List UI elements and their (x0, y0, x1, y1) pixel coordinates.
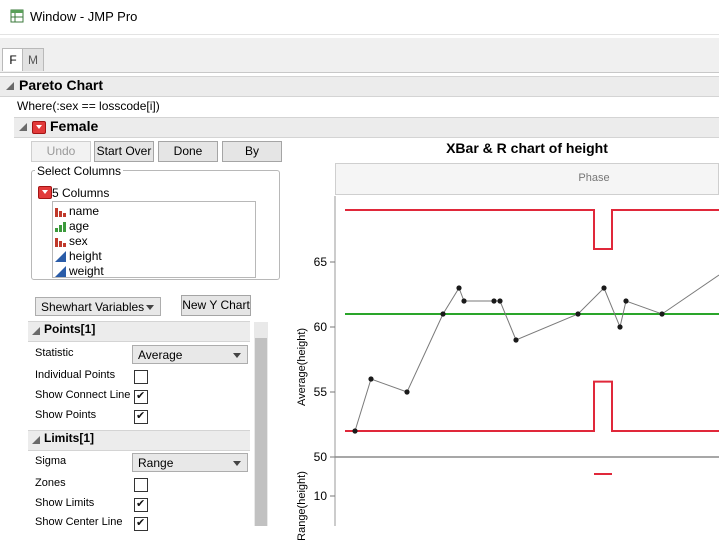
phase-label: Phase (578, 172, 610, 184)
individual-points-checkbox[interactable] (134, 370, 148, 384)
data-point (456, 285, 462, 291)
red-triangle-menu-icon[interactable] (32, 121, 46, 134)
by-button[interactable]: By (222, 141, 282, 162)
column-name: age (69, 219, 90, 233)
y-tick-label: 50 (314, 450, 328, 464)
column-name: sex (69, 234, 88, 248)
zones-label: Zones (35, 477, 66, 489)
where-clause: Where(:sex == losscode[i]) (17, 99, 160, 113)
report-outline-header (0, 76, 719, 97)
sigma-dropdown[interactable]: Range (132, 453, 248, 472)
sigma-value: Range (138, 456, 174, 470)
lower-control-limit (345, 380, 719, 432)
jmp-table-icon (10, 9, 24, 23)
data-point (623, 298, 629, 304)
group-title: Female (50, 118, 99, 134)
tab-f[interactable]: F (2, 48, 24, 71)
tab-strip (0, 38, 719, 73)
columns-count: 5 Columns (52, 186, 110, 200)
columns-menu-icon[interactable] (38, 186, 52, 199)
data-point (601, 285, 607, 291)
show-points-label: Show Points (35, 409, 97, 421)
column-name: name (69, 204, 100, 218)
zones-checkbox[interactable] (134, 478, 148, 492)
chevron-down-icon (146, 305, 154, 310)
show-limits-checkbox[interactable] (134, 497, 148, 512)
report-title: Pareto Chart (19, 77, 104, 93)
panel-scrollbar-thumb[interactable] (255, 338, 267, 526)
disclosure-triangle-icon[interactable] (32, 436, 40, 444)
continuous-column-icon (55, 266, 66, 277)
disclosure-triangle-icon[interactable] (19, 123, 27, 131)
undo-button[interactable]: Undo (31, 141, 91, 162)
ordinal-column-icon (55, 222, 66, 232)
column-name: height (69, 249, 102, 263)
statistic-dropdown[interactable]: Average (132, 345, 248, 364)
start-over-button[interactable]: Start Over (94, 141, 154, 162)
data-point (617, 324, 623, 330)
column-name: weight (69, 264, 104, 278)
show-connect-line-checkbox[interactable] (134, 389, 148, 404)
show-connect-line-label: Show Connect Line (35, 389, 131, 401)
column-list[interactable]: name age sex height weight (52, 201, 256, 278)
disclosure-triangle-icon[interactable] (6, 82, 14, 90)
nominal-column-icon (55, 208, 66, 217)
show-center-line-label: Show Center Line (35, 516, 123, 528)
show-limits-label: Show Limits (35, 497, 95, 509)
data-point (491, 298, 497, 304)
chevron-down-icon (233, 353, 241, 358)
nominal-column-icon (55, 238, 66, 247)
y-tick-label-range: 10 (314, 489, 328, 503)
y-tick-label: 60 (314, 320, 328, 334)
group-outline-header (14, 117, 719, 138)
continuous-column-icon (55, 251, 66, 262)
data-point (575, 311, 581, 317)
chart-type-value: Shewhart Variables (41, 300, 145, 314)
upper-control-limit (345, 209, 719, 250)
data-point (513, 337, 519, 343)
statistic-label: Statistic (35, 347, 74, 359)
data-point (497, 298, 503, 304)
data-point (440, 311, 446, 317)
limits-title: Limits[1] (44, 431, 95, 445)
done-button[interactable]: Done (158, 141, 218, 162)
points-title: Points[1] (44, 322, 96, 336)
series-line (354, 274, 719, 432)
window-title: Window - JMP Pro (30, 9, 138, 24)
new-y-chart-button[interactable]: New Y Chart (181, 295, 251, 316)
y-tick-label: 55 (314, 385, 328, 399)
sigma-label: Sigma (35, 455, 67, 467)
xbar-chart[interactable]: 50 55 60 65 10 (298, 196, 719, 526)
statistic-value: Average (138, 348, 183, 362)
select-columns-title: Select Columns (35, 164, 124, 178)
disclosure-triangle-icon[interactable] (32, 327, 40, 335)
individual-points-label: Individual Points (35, 369, 116, 381)
show-center-line-checkbox[interactable] (134, 516, 148, 531)
data-point (352, 428, 358, 434)
chevron-down-icon (233, 461, 241, 466)
data-point (461, 298, 467, 304)
y-tick-label: 65 (314, 255, 328, 269)
tab-m[interactable]: M (22, 48, 44, 71)
chart-title: XBar & R chart of height (446, 140, 608, 156)
show-points-checkbox[interactable] (134, 409, 148, 424)
data-point (404, 389, 410, 395)
chart-type-dropdown[interactable]: Shewhart Variables (35, 297, 161, 316)
data-point (659, 311, 665, 317)
data-point (368, 376, 374, 382)
